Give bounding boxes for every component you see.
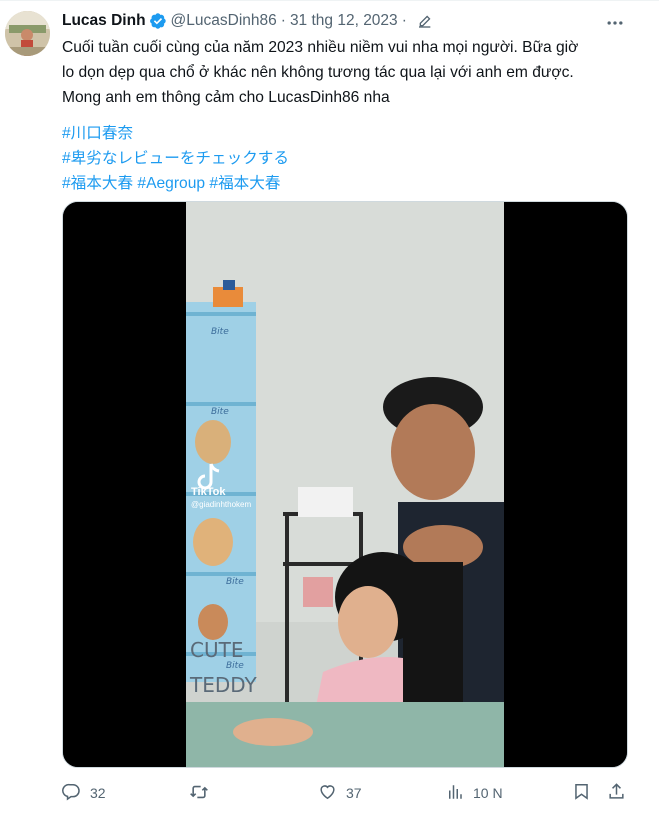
reply-count: 32: [90, 785, 106, 801]
shelf-label: Bite: [226, 661, 244, 671]
more-icon[interactable]: [603, 11, 627, 35]
tweet-text-line: lo dọn dẹp qua chổ ở khác nên không tươn…: [62, 64, 574, 81]
bookmark-button[interactable]: [572, 780, 591, 806]
retweet-icon: [189, 782, 209, 805]
shelf-label: Bite: [226, 577, 244, 587]
separator-dot: ·: [401, 12, 407, 29]
avatar[interactable]: [5, 11, 50, 56]
hashtag-link[interactable]: #川口春奈: [62, 125, 133, 142]
verified-badge-icon: [149, 12, 167, 30]
tweet-text-line: Cuối tuần cuối cùng của năm 2023 nhiều n…: [62, 39, 579, 56]
bookmark-icon: [572, 782, 591, 804]
tweet-date[interactable]: 31 thg 12, 2023: [290, 12, 398, 30]
retweet-button[interactable]: [189, 780, 218, 806]
tweet[interactable]: Lucas Dinh @LucasDinh86 · 31 thg 12, 202…: [0, 0, 659, 817]
hashtag-link[interactable]: #福本大春: [209, 175, 280, 192]
like-icon: [318, 782, 337, 804]
shelf-text: CUTE: [190, 638, 243, 662]
like-count: 37: [346, 785, 362, 801]
divider: [0, 0, 659, 1]
hashtag-link[interactable]: #卑劣なレビューをチェックする: [62, 150, 289, 167]
shelf-text: TEDDY: [189, 673, 258, 697]
share-button[interactable]: [607, 780, 626, 806]
like-button[interactable]: 37: [318, 780, 362, 806]
share-icon: [607, 782, 626, 804]
tweet-header: Lucas Dinh @LucasDinh86 · 31 thg 12, 202…: [62, 10, 433, 32]
reply-button[interactable]: 32: [62, 780, 106, 806]
views-icon: [446, 783, 464, 804]
tweet-text: Cuối tuần cuối cùng của năm 2023 nhiều n…: [62, 35, 647, 110]
hashtag-link[interactable]: #Aegroup: [137, 175, 205, 192]
shelf-label: Bite: [211, 327, 229, 337]
edit-icon[interactable]: [417, 13, 433, 29]
shelf-label: Bite: [211, 407, 229, 417]
tiktok-watermark: TikTok: [191, 486, 226, 498]
author-handle[interactable]: @LucasDinh86: [171, 12, 277, 30]
reply-icon: [62, 782, 81, 804]
hashtag-block: #川口春奈 #卑劣なレビューをチェックする #福本大春 #Aegroup #福本…: [62, 121, 289, 196]
hashtag-link[interactable]: #福本大春: [62, 175, 133, 192]
separator-dot: ·: [280, 12, 286, 29]
views-button[interactable]: 10 N: [446, 780, 503, 806]
tweet-video[interactable]: Bite Bite Bite Bite CUTE TEDDY TikTok @g…: [62, 201, 628, 768]
tiktok-username: @giadinhthokem: [191, 500, 251, 509]
tweet-text-line: Mong anh em thông cảm cho LucasDinh86 nh…: [62, 89, 390, 106]
author-name[interactable]: Lucas Dinh: [62, 12, 146, 30]
views-count: 10 N: [473, 785, 503, 801]
action-bar: 32 37 10 N: [62, 780, 637, 806]
